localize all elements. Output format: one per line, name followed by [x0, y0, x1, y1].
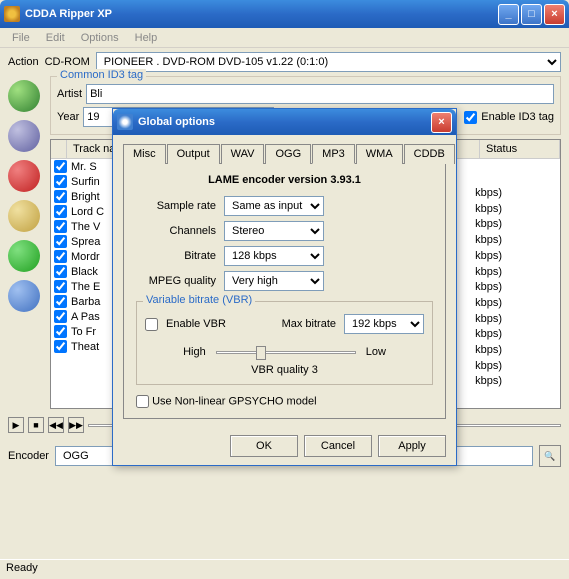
cdrom-label: CD-ROM — [45, 56, 90, 68]
menu-edit[interactable]: Edit — [38, 30, 73, 46]
vbr-legend: Variable bitrate (VBR) — [143, 294, 255, 306]
vbr-quality-caption: VBR quality 3 — [145, 364, 424, 376]
tab-mp3[interactable]: MP3 — [312, 144, 355, 164]
minimize-button[interactable]: _ — [498, 4, 519, 25]
track-checkbox[interactable] — [54, 175, 67, 188]
tab-strip: MiscOutputWAVOGGMP3WMACDDB — [123, 143, 446, 164]
enable-id3-checkbox[interactable] — [464, 111, 477, 124]
tab-wav[interactable]: WAV — [221, 144, 265, 164]
vbr-quality-slider[interactable] — [216, 342, 356, 362]
menubar: File Edit Options Help — [0, 28, 569, 48]
next-button[interactable]: ▶▶ — [68, 417, 84, 433]
edit-icon[interactable] — [8, 200, 40, 232]
tab-misc[interactable]: Misc — [123, 144, 166, 164]
statusbar: Ready — [0, 559, 569, 579]
stop-button[interactable]: ■ — [28, 417, 44, 433]
menu-help[interactable]: Help — [127, 30, 166, 46]
vbr-group: Variable bitrate (VBR) Enable VBR Max bi… — [136, 301, 433, 385]
track-checkbox[interactable] — [54, 190, 67, 203]
artist-input[interactable] — [86, 84, 554, 104]
bitrate-select[interactable]: 128 kbps — [224, 246, 324, 266]
track-checkbox[interactable] — [54, 265, 67, 278]
dialog-title: Global options — [138, 116, 429, 128]
cd-icon[interactable] — [8, 120, 40, 152]
track-checkbox[interactable] — [54, 310, 67, 323]
stop-icon[interactable] — [8, 160, 40, 192]
tab-output[interactable]: Output — [167, 144, 220, 164]
ok-button[interactable]: OK — [230, 435, 298, 457]
play-button[interactable]: ▶ — [8, 417, 24, 433]
id3-legend: Common ID3 tag — [57, 69, 146, 81]
options-dialog: Global options × MiscOutputWAVOGGMP3WMAC… — [112, 108, 457, 466]
cdrom-select[interactable]: PIONEER . DVD-ROM DVD-105 v1.22 (0:1:0) — [96, 52, 561, 72]
sample-rate-label: Sample rate — [136, 200, 216, 212]
rip-icon[interactable] — [8, 240, 40, 272]
track-checkbox[interactable] — [54, 295, 67, 308]
enable-id3-label: Enable ID3 tag — [481, 111, 554, 123]
channels-label: Channels — [136, 225, 216, 237]
action-label: Action — [8, 56, 39, 68]
maximize-button[interactable]: □ — [521, 4, 542, 25]
cancel-button[interactable]: Cancel — [304, 435, 372, 457]
menu-options[interactable]: Options — [73, 30, 127, 46]
app-icon — [4, 6, 20, 22]
encoder-label: Encoder — [8, 450, 49, 462]
close-button[interactable]: × — [544, 4, 565, 25]
mpeg-quality-label: MPEG quality — [136, 275, 216, 287]
browse-button[interactable]: 🔍 — [539, 445, 561, 467]
track-checkbox[interactable] — [54, 160, 67, 173]
track-checkbox[interactable] — [54, 235, 67, 248]
vbr-low-label: Low — [366, 346, 386, 358]
dialog-close-button[interactable]: × — [431, 112, 452, 133]
status-header[interactable]: Status — [480, 140, 560, 158]
settings-icon[interactable] — [8, 280, 40, 312]
globe-icon — [117, 114, 133, 130]
main-titlebar: CDDA Ripper XP _ □ × — [0, 0, 569, 28]
artist-label: Artist — [57, 88, 82, 100]
sidebar — [8, 76, 50, 409]
prev-button[interactable]: ◀◀ — [48, 417, 64, 433]
gpsycho-checkbox[interactable] — [136, 395, 149, 408]
tab-cddb[interactable]: CDDB — [404, 144, 455, 164]
track-checkbox[interactable] — [54, 340, 67, 353]
enable-vbr-label: Enable VBR — [166, 318, 226, 330]
bitrate-label: Bitrate — [136, 250, 216, 262]
tab-wma[interactable]: WMA — [356, 144, 403, 164]
refresh-icon[interactable] — [8, 80, 40, 112]
track-checkbox[interactable] — [54, 325, 67, 338]
mpeg-quality-select[interactable]: Very high — [224, 271, 324, 291]
vbr-high-label: High — [183, 346, 206, 358]
channels-select[interactable]: Stereo — [224, 221, 324, 241]
menu-file[interactable]: File — [4, 30, 38, 46]
sample-rate-select[interactable]: Same as input — [224, 196, 324, 216]
window-title: CDDA Ripper XP — [25, 8, 496, 20]
track-checkbox[interactable] — [54, 250, 67, 263]
enable-vbr-checkbox[interactable] — [145, 318, 158, 331]
gpsycho-label: Use Non-linear GPSYCHO model — [152, 395, 316, 407]
year-label: Year — [57, 111, 79, 123]
encoder-heading: LAME encoder version 3.93.1 — [136, 174, 433, 186]
track-checkbox[interactable] — [54, 280, 67, 293]
tab-ogg[interactable]: OGG — [265, 144, 311, 164]
max-bitrate-label: Max bitrate — [282, 318, 336, 330]
max-bitrate-select[interactable]: 192 kbps — [344, 314, 424, 334]
bitrate-column: kbps)kbps)kbps)kbps)kbps)kbps)kbps)kbps)… — [475, 186, 502, 390]
track-checkbox[interactable] — [54, 220, 67, 233]
apply-button[interactable]: Apply — [378, 435, 446, 457]
track-checkbox[interactable] — [54, 205, 67, 218]
